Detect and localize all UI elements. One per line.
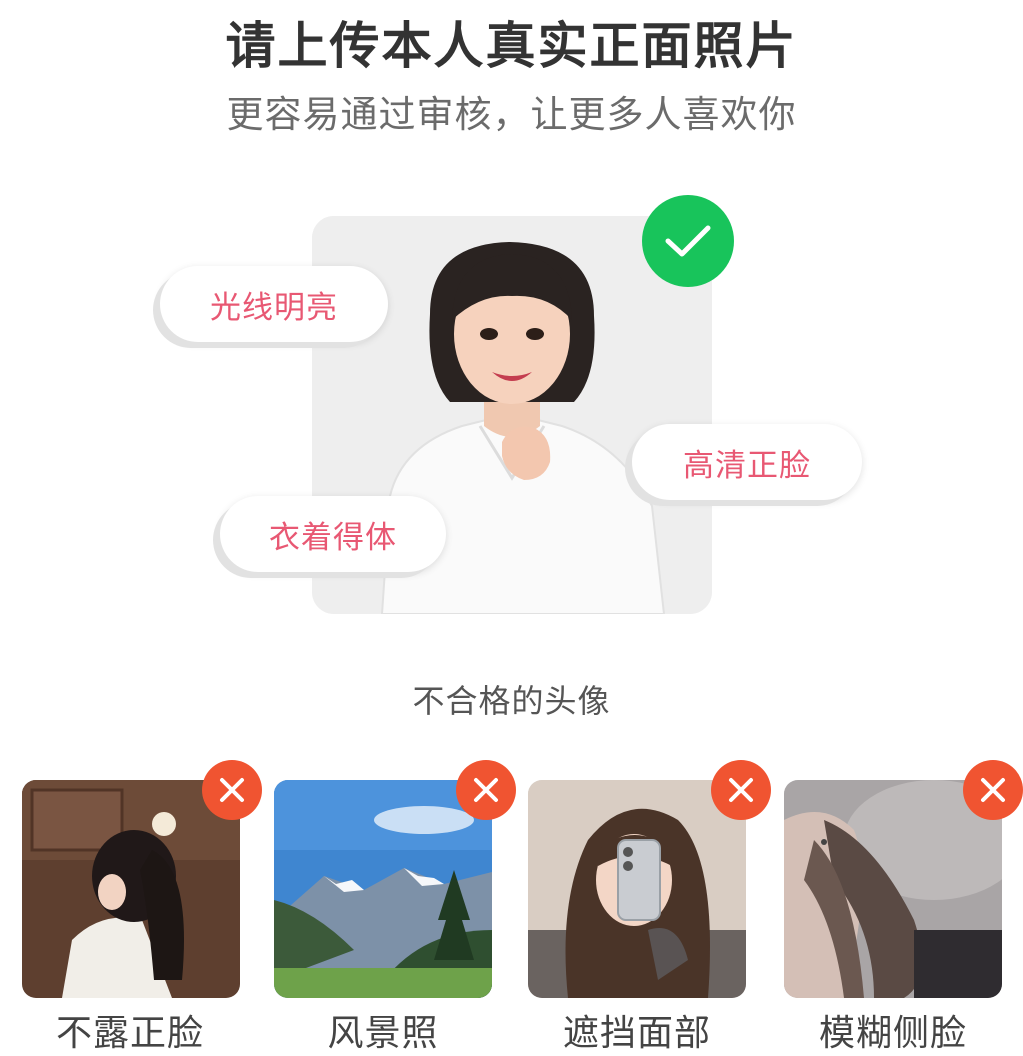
- close-icon: [474, 778, 498, 802]
- page-subtitle: 更容易通过审核，让更多人喜欢你: [226, 93, 797, 136]
- bad-example-photo-side: [22, 780, 240, 998]
- reject-badge-1: [202, 760, 262, 820]
- bad-example-photo-covered: [528, 780, 746, 998]
- reject-badge-2: [456, 760, 516, 820]
- check-icon: [665, 225, 711, 257]
- bad-example-label-2: 风景照: [327, 1013, 439, 1054]
- tip-badge-clarity: 高清正脸: [632, 424, 862, 500]
- close-icon: [220, 778, 244, 802]
- bad-example-photo-landscape: [274, 780, 492, 998]
- close-icon: [729, 778, 753, 802]
- approved-check-badge: [642, 195, 734, 287]
- tip-badge-lighting: 光线明亮: [160, 266, 388, 342]
- close-icon: [981, 778, 1005, 802]
- bad-example-photo-blurry: [784, 780, 1002, 998]
- bad-example-label-1: 不露正脸: [55, 1013, 204, 1054]
- tip-badge-attire: 衣着得体: [220, 496, 446, 572]
- bad-examples-heading: 不合格的头像: [412, 682, 611, 720]
- bad-example-label-4: 模糊侧脸: [818, 1013, 967, 1054]
- reject-badge-3: [711, 760, 771, 820]
- bad-example-label-3: 遮挡面部: [562, 1013, 711, 1054]
- page-title: 请上传本人真实正面照片: [225, 17, 798, 75]
- reject-badge-4: [963, 760, 1023, 820]
